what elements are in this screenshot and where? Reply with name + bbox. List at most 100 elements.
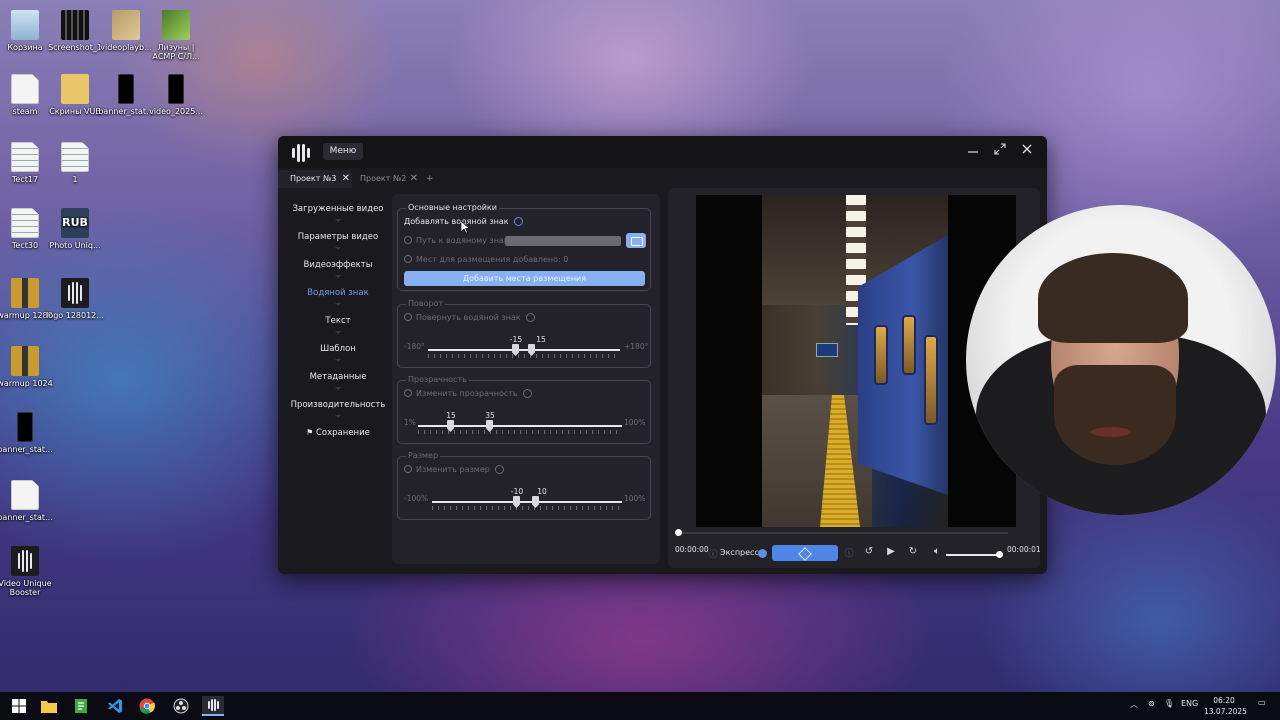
recycle-bin-icon [11, 10, 39, 40]
title-bar: Меню [278, 136, 1047, 168]
info-icon [404, 389, 412, 397]
row-label: Путь к водяному знаку [416, 236, 514, 245]
desktop-icon-photo-unique[interactable]: RUB Photo Uniq... [46, 208, 104, 250]
desktop-icon-vub-screens[interactable]: Скрины VUB [46, 74, 104, 116]
tab-project-3[interactable]: Проект №3 ✕ [278, 170, 352, 188]
opacity-group: Прозрачность Изменить прозрачность 1% 10… [397, 375, 651, 444]
desktop-icon-logo[interactable]: logo 128012... [46, 278, 104, 320]
places-count-text: Мест для размещения добавлено: 0 [416, 255, 569, 264]
info-icon [404, 255, 412, 263]
desktop-icon-screenshot[interactable]: Screenshot_1 [46, 10, 104, 52]
document-icon [11, 74, 39, 104]
desktop-icon-video-2025[interactable]: video_2025... [147, 74, 205, 116]
desktop-icon-banner-2[interactable]: banner_stat... [0, 412, 54, 454]
taskbar-clock[interactable]: 06:20 13.07.2025 [1204, 695, 1247, 717]
desktop-icon-1[interactable]: 1 [46, 142, 104, 184]
rewind-icon[interactable]: ↺ [862, 546, 876, 557]
forward-icon[interactable]: ↻ [906, 546, 920, 557]
desktop-icon-banner-3[interactable]: banner_stat... [0, 480, 54, 522]
close-tab-icon[interactable]: ✕ [410, 170, 418, 188]
desktop-icon-warmup-1024[interactable]: warmup 1024 [0, 346, 54, 388]
network-icon[interactable]: ⊚ [1148, 699, 1155, 708]
size-group: Размер Изменить размер -100% 100% -10 10 [397, 451, 651, 520]
file-explorer-icon[interactable] [38, 696, 60, 716]
add-watermark-toggle[interactable] [513, 217, 523, 226]
windows-start-icon[interactable] [8, 696, 30, 716]
row-label: Изменить прозрачность [416, 389, 518, 398]
document-icon [11, 480, 39, 510]
browse-folder-button[interactable] [626, 233, 646, 248]
seek-bar[interactable] [675, 529, 1008, 536]
chrome-icon[interactable] [136, 696, 158, 716]
language-indicator[interactable]: ENG [1181, 699, 1198, 708]
render-button[interactable] [772, 545, 838, 561]
desktop-icon-label: logo 128012... [46, 311, 104, 320]
vscode-icon[interactable] [104, 696, 126, 716]
desktop-icon-lizuny[interactable]: Лизуны | АСМР С/Л... [147, 10, 205, 61]
sidebar-item-text[interactable]: Текст [288, 316, 388, 326]
rotation-slider-track[interactable] [428, 349, 620, 351]
video-file-icon [162, 10, 190, 40]
sidebar-item-uploaded-videos[interactable]: Загруженные видео [288, 204, 388, 214]
rotation-group: Поворот Повернуть водяной знак -180° +18… [397, 299, 651, 368]
sidebar-item-performance[interactable]: Производительность [288, 400, 388, 410]
menu-button[interactable]: Меню [323, 143, 363, 160]
taskbar: ︿ ⊚ 🎙︎ ENG 06:20 13.07.2025 ▭ [0, 692, 1280, 720]
obs-icon[interactable] [170, 696, 192, 716]
notepad-icon[interactable] [70, 696, 92, 716]
tab-project-2[interactable]: Проект №2 ✕ [348, 170, 420, 188]
video-file-icon [168, 74, 184, 104]
change-opacity-row: Изменить прозрачность [404, 389, 532, 399]
sidebar-separator [335, 303, 341, 307]
watermark-path-input[interactable] [505, 236, 621, 246]
sidebar-separator [335, 247, 341, 251]
sidebar-item-save[interactable]: ⚑ Сохранение [288, 428, 388, 438]
range-max-label: 100% [624, 494, 646, 503]
size-high-value: 10 [537, 487, 547, 496]
change-opacity-toggle[interactable] [522, 389, 532, 398]
slider-ticks [432, 506, 622, 510]
project-tabs: Проект №3 ✕ Проект №2 ✕ + [278, 170, 1047, 188]
sidebar-item-watermark[interactable]: Водяной знак [288, 288, 388, 298]
row-label: Изменить размер [416, 465, 490, 474]
express-check-icon[interactable] [758, 549, 767, 558]
range-min-label: -180° [404, 342, 425, 351]
video-unique-booster-taskbar-icon[interactable] [202, 696, 224, 716]
rub-app-icon: RUB [61, 208, 89, 238]
video-file-icon [17, 412, 33, 442]
tab-label: Проект №3 [290, 174, 337, 183]
minimize-icon[interactable] [964, 142, 982, 160]
tray-chevron-icon[interactable]: ︿ [1130, 699, 1138, 710]
video-unique-booster-icon [11, 546, 39, 576]
sidebar: Загруженные видео Параметры видео Видеоэ… [288, 194, 394, 564]
group-title: Поворот [406, 299, 446, 309]
change-size-toggle[interactable] [494, 465, 504, 474]
group-title: Прозрачность [406, 375, 469, 385]
maximize-icon[interactable] [991, 142, 1009, 160]
slider-ticks [418, 430, 622, 434]
sidebar-item-template[interactable]: Шаблон [288, 344, 388, 354]
volume-handle[interactable] [996, 551, 1003, 558]
group-title: Размер [406, 451, 441, 461]
sidebar-item-video-params[interactable]: Параметры видео [288, 232, 388, 242]
video-frame-image [762, 195, 948, 527]
size-slider-track[interactable] [432, 501, 622, 503]
notifications-icon[interactable]: ▭ [1258, 698, 1266, 707]
video-file-icon [118, 74, 134, 104]
desktop-icon-video-unique-booster[interactable]: Video Unique Booster [0, 546, 54, 597]
seek-handle[interactable] [675, 529, 682, 536]
add-tab-button[interactable]: + [426, 170, 434, 188]
add-places-button[interactable]: Добавить места размещения [404, 271, 645, 286]
desktop-icon-label: banner_stat... [0, 445, 53, 454]
rotate-watermark-toggle[interactable] [525, 313, 535, 322]
rotation-high-value: 15 [536, 335, 546, 344]
volume-icon[interactable]: 🔈︎ [930, 546, 944, 557]
close-icon[interactable] [1018, 142, 1036, 160]
volume-slider[interactable] [946, 554, 998, 556]
sidebar-item-metadata[interactable]: Метаданные [288, 372, 388, 382]
sidebar-item-video-effects[interactable]: Видеоэффекты [288, 260, 388, 270]
flag-icon: ⚑ [306, 428, 314, 437]
play-icon[interactable]: ▶ [884, 546, 898, 557]
desktop-icon-label: banner_stat... [0, 513, 53, 522]
microphone-icon[interactable]: 🎙︎ [1164, 699, 1174, 708]
